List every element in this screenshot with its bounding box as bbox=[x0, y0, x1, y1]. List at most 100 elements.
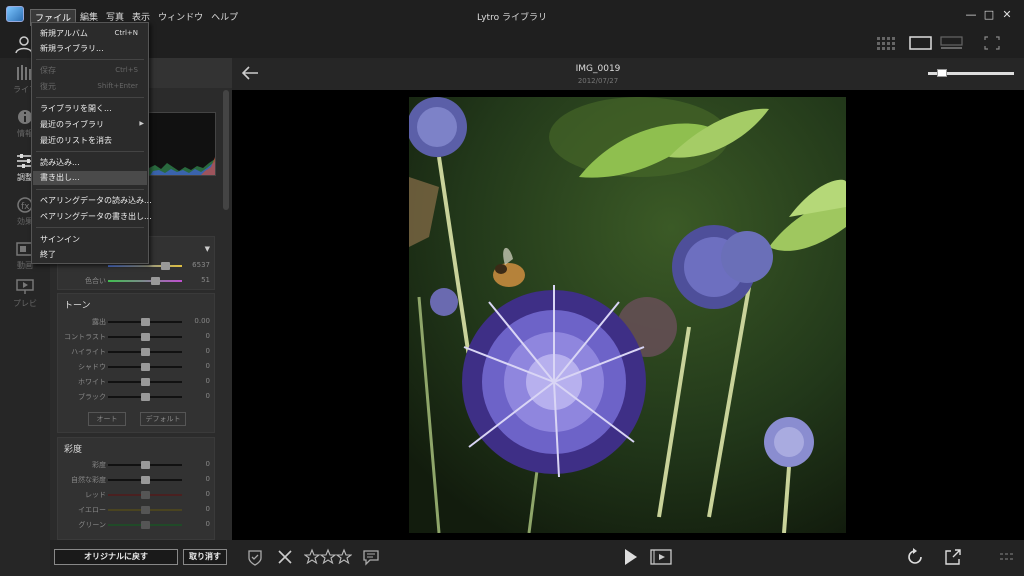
contrast-label: コントラスト bbox=[64, 333, 106, 341]
tint-label: 色合い bbox=[85, 277, 106, 285]
wb-dropdown-arrow-icon[interactable]: ▼ bbox=[205, 245, 210, 253]
highlights-thumb[interactable] bbox=[141, 348, 150, 356]
menu-quit[interactable]: 終了 bbox=[40, 249, 56, 260]
grid-view-icon[interactable] bbox=[876, 36, 900, 50]
menu-help[interactable]: ヘルプ bbox=[207, 9, 242, 26]
slideshow-icon[interactable] bbox=[650, 548, 672, 566]
top-toolbar bbox=[0, 30, 1024, 58]
single-view-icon[interactable] bbox=[909, 36, 933, 50]
title-bar: ファイル 編集 写真 表示 ウィンドウ ヘルプ Lytro ライブラリ — □ … bbox=[0, 0, 1024, 30]
yellow-thumb[interactable] bbox=[141, 506, 150, 514]
whites-label: ホワイト bbox=[78, 378, 106, 386]
histogram-graph bbox=[149, 157, 215, 175]
new-album-shortcut: Ctrl+N bbox=[114, 29, 138, 37]
saturation-thumb[interactable] bbox=[141, 461, 150, 469]
saturation-row: 自然な彩度 0 bbox=[58, 473, 216, 487]
vibrance-thumb[interactable] bbox=[141, 476, 150, 484]
saturation-row: グリーン 0 bbox=[58, 518, 216, 532]
menu-export-pairing[interactable]: ペアリングデータの書き出し... bbox=[40, 211, 152, 222]
file-menu-dropdown: 新規アルバム Ctrl+N 新規ライブラリ... 保存 Ctrl+S 復元 Sh… bbox=[31, 22, 152, 264]
app-logo-icon bbox=[6, 6, 24, 22]
exposure-thumb[interactable] bbox=[141, 318, 150, 326]
back-arrow-icon[interactable] bbox=[240, 64, 260, 82]
tone-row: ブラック 0 bbox=[58, 390, 216, 404]
highlights-value: 0 bbox=[205, 347, 210, 355]
restore-shortcut: Shift+Enter bbox=[97, 82, 138, 90]
cancel-button[interactable]: 取り消す bbox=[183, 549, 227, 565]
menu-save: 保存 bbox=[40, 66, 56, 75]
saturation-row: イエロー 0 bbox=[58, 503, 216, 517]
photo-date: 2012/07/27 bbox=[577, 77, 619, 85]
menu-new-library[interactable]: 新規ライブラリ... bbox=[40, 43, 104, 54]
tint-track[interactable] bbox=[108, 280, 182, 282]
menu-open-library[interactable]: ライブラリを開く... bbox=[40, 103, 112, 114]
temperature-track[interactable] bbox=[108, 265, 182, 267]
blacks-thumb[interactable] bbox=[141, 393, 150, 401]
shadows-thumb[interactable] bbox=[141, 363, 150, 371]
menu-import[interactable]: 読み込み... bbox=[40, 157, 80, 168]
contrast-thumb[interactable] bbox=[141, 333, 150, 341]
red-thumb[interactable] bbox=[141, 491, 150, 499]
red-label: レッド bbox=[85, 491, 106, 499]
tint-value: 51 bbox=[201, 276, 210, 284]
flower-photo bbox=[409, 97, 846, 533]
shadows-label: シャドウ bbox=[78, 363, 106, 371]
highlights-label: ハイライト bbox=[71, 348, 106, 356]
filmstrip-view-icon[interactable] bbox=[940, 36, 964, 50]
saturation-label: 彩度 bbox=[92, 461, 106, 469]
maximize-button[interactable]: □ bbox=[980, 8, 998, 21]
share-export-icon[interactable] bbox=[944, 548, 962, 566]
temperature-thumb[interactable] bbox=[160, 262, 170, 270]
blacks-value: 0 bbox=[205, 392, 210, 400]
saturation-row: 彩度 0 bbox=[58, 458, 216, 472]
tone-row: 露出 0.00 bbox=[58, 315, 216, 329]
lytro-library-window: ファイル 編集 写真 表示 ウィンドウ ヘルプ Lytro ライブラリ — □ … bbox=[0, 0, 1024, 576]
tint-thumb[interactable] bbox=[150, 277, 160, 285]
menu-import-pairing[interactable]: ペアリングデータの読み込み... bbox=[40, 195, 152, 206]
green-value: 0 bbox=[205, 520, 210, 528]
fullscreen-icon[interactable] bbox=[984, 36, 1000, 50]
minimize-button[interactable]: — bbox=[962, 8, 980, 21]
shadows-value: 0 bbox=[205, 362, 210, 370]
photo-image[interactable] bbox=[409, 97, 846, 533]
scrollbar-thumb[interactable] bbox=[223, 90, 229, 210]
green-thumb[interactable] bbox=[141, 521, 150, 529]
comment-icon[interactable] bbox=[362, 548, 380, 566]
yellow-value: 0 bbox=[205, 505, 210, 513]
menu-sign-in[interactable]: サインイン bbox=[40, 234, 80, 245]
rotate-icon[interactable] bbox=[906, 548, 924, 566]
temperature-value: 6537 bbox=[192, 261, 210, 269]
auto-button[interactable]: オート bbox=[88, 412, 126, 426]
panel-toggle-icon[interactable] bbox=[998, 548, 1016, 566]
default-button[interactable]: デフォルト bbox=[140, 412, 186, 426]
star-rating-icon[interactable] bbox=[304, 548, 352, 566]
menu-window[interactable]: ウィンドウ bbox=[154, 9, 207, 26]
menu-separator bbox=[36, 97, 144, 98]
menu-separator bbox=[36, 189, 144, 190]
play-icon[interactable] bbox=[621, 548, 639, 566]
saturation-row: レッド 0 bbox=[58, 488, 216, 502]
tone-row: シャドウ 0 bbox=[58, 360, 216, 374]
panel-scrollbar[interactable] bbox=[222, 88, 230, 540]
menu-recent-libraries[interactable]: 最近のライブラリ bbox=[40, 119, 104, 130]
whites-thumb[interactable] bbox=[141, 378, 150, 386]
shield-check-icon[interactable] bbox=[246, 548, 264, 566]
menu-clear-recent[interactable]: 最近のリストを消去 bbox=[40, 135, 112, 146]
zoom-slider-thumb[interactable] bbox=[936, 69, 947, 77]
vibrance-value: 0 bbox=[205, 475, 210, 483]
tint-row: 色合い 51 bbox=[58, 274, 216, 288]
menu-restore: 復元 bbox=[40, 82, 56, 91]
save-shortcut: Ctrl+S bbox=[115, 66, 138, 74]
yellow-label: イエロー bbox=[78, 506, 106, 514]
menu-new-album[interactable]: 新規アルバム bbox=[40, 28, 88, 39]
revert-to-original-button[interactable]: オリジナルに戻す bbox=[54, 549, 178, 565]
close-button[interactable]: ✕ bbox=[998, 8, 1016, 21]
exposure-label: 露出 bbox=[92, 318, 106, 326]
nav-preview[interactable]: プレビ bbox=[0, 278, 50, 322]
histogram bbox=[148, 112, 216, 176]
menu-separator bbox=[36, 227, 144, 228]
reject-x-icon[interactable] bbox=[276, 548, 294, 566]
menu-export[interactable]: 書き出し... bbox=[33, 171, 147, 185]
tone-row: ホワイト 0 bbox=[58, 375, 216, 389]
contrast-value: 0 bbox=[205, 332, 210, 340]
